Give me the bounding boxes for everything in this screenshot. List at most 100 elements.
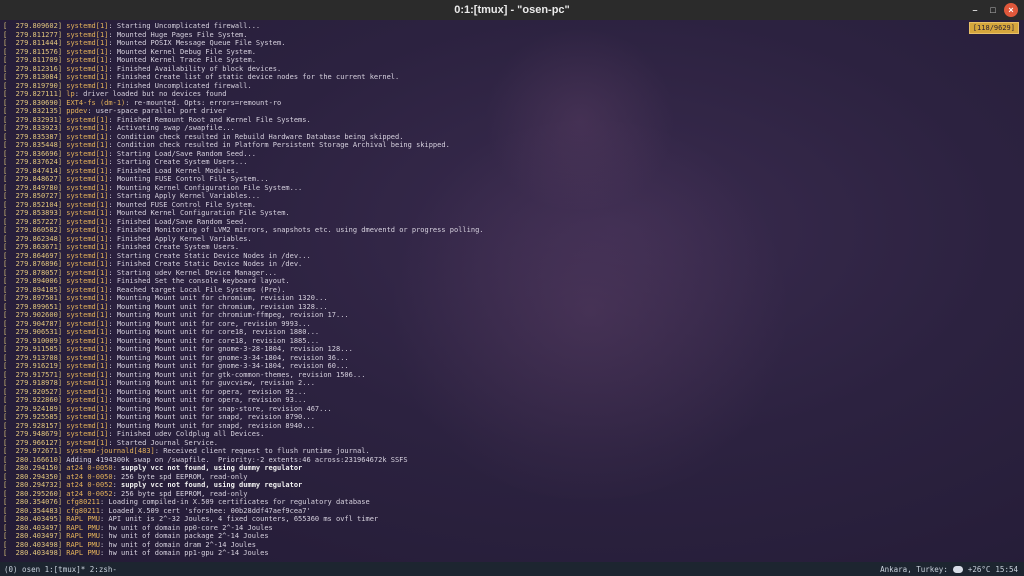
log-timestamp: 279.811576: [15, 47, 58, 56]
log-line: [ 279.911585] systemd[1]: Mounting Mount…: [3, 345, 1021, 354]
log-line: [ 279.928157] systemd[1]: Mounting Mount…: [3, 422, 1021, 431]
log-source: systemd[1]: [66, 209, 109, 217]
log-message: Mounting Mount unit for gnome-3-34-1804,…: [116, 362, 349, 370]
log-timestamp: 280.354483: [15, 506, 58, 515]
bracket-close: ]: [57, 158, 67, 166]
maximize-button[interactable]: □: [986, 3, 1000, 17]
log-timestamp: 279.897501: [15, 294, 58, 302]
bracket-close: ]: [57, 447, 67, 455]
log-separator: :: [108, 183, 117, 192]
log-line: [ 279.832931] systemd[1]: Finished Remou…: [3, 116, 1021, 125]
log-message: Mounted Huge Pages File System.: [116, 30, 248, 39]
bracket-open: [: [3, 132, 16, 141]
log-separator: :: [108, 396, 117, 404]
log-line: [ 279.972671] systemd-journald[483]: Rec…: [3, 447, 1021, 456]
log-message: Mounted Kernel Debug File System.: [116, 47, 256, 56]
log-separator: :: [112, 481, 122, 489]
bracket-close: ]: [57, 430, 67, 438]
log-message: 256 byte spd EEPROM, read-only: [121, 489, 248, 498]
log-source: systemd[1]: [66, 311, 109, 319]
log-timestamp: 280.294350: [15, 472, 58, 481]
log-line: [ 279.948679] systemd[1]: Finished udev …: [3, 430, 1021, 439]
log-source: systemd[1]: [66, 30, 109, 39]
log-message: Starting Apply Kernel Variables...: [116, 192, 261, 200]
bracket-close: ]: [57, 115, 67, 124]
log-line: [ 280.294350] at24 0-0050: 256 byte spd …: [3, 473, 1021, 482]
log-message: Starting Load/Save Random Seed...: [116, 149, 256, 158]
log-line: [ 280.354483] cfg80211: Loaded X.509 cer…: [3, 507, 1021, 516]
log-message: Mounting Kernel Configuration File Syste…: [116, 183, 303, 192]
log-line: [ 279.899651] systemd[1]: Mounting Mount…: [3, 303, 1021, 312]
log-source: systemd[1]: [66, 200, 109, 209]
bracket-close: ]: [57, 73, 67, 81]
log-source: cfg80211: [66, 498, 100, 506]
log-timestamp: 280.295260: [15, 489, 58, 498]
log-message: Finished Remount Root and Kernel File Sy…: [116, 115, 311, 124]
log-message: Mounting Mount unit for snap-store, revi…: [116, 404, 332, 413]
bracket-open: [: [3, 345, 16, 353]
log-line: [ 279.809602] systemd[1]: Starting Uncom…: [3, 22, 1021, 31]
log-separator: :: [108, 370, 117, 379]
log-separator: :: [108, 243, 117, 251]
bracket-close: ]: [57, 56, 67, 64]
log-source: lp: [66, 90, 75, 98]
log-line: [ 279.894006] systemd[1]: Finished Set t…: [3, 277, 1021, 286]
bracket-close: ]: [57, 328, 67, 336]
bracket-close: ]: [57, 285, 67, 294]
bracket-open: [: [3, 532, 16, 540]
log-message: Mounting Mount unit for chromium-ffmpeg,…: [116, 311, 349, 319]
bracket-open: [: [3, 311, 16, 319]
log-timestamp: 280.294732: [15, 481, 58, 489]
log-separator: :: [108, 379, 117, 387]
log-separator: :: [108, 115, 117, 124]
bracket-open: [: [3, 362, 16, 370]
log-line: [ 279.830690] EXT4-fs (dm-1): re-mounted…: [3, 99, 1021, 108]
log-source: systemd[1]: [66, 243, 109, 251]
tmux-window-list[interactable]: (0) osen 1:[tmux]* 2:zsh-: [0, 565, 117, 574]
bracket-close: ]: [57, 489, 67, 498]
log-timestamp: 279.847414: [15, 166, 58, 175]
log-message: Finished Create System Users.: [116, 243, 240, 251]
log-timestamp: 279.925585: [15, 413, 58, 421]
bracket-close: ]: [57, 107, 67, 115]
close-button[interactable]: ×: [1004, 3, 1018, 17]
minimize-button[interactable]: –: [968, 3, 982, 17]
bracket-close: ]: [57, 302, 67, 311]
bracket-close: ]: [57, 387, 67, 396]
log-message: Condition check resulted in Platform Per…: [116, 141, 450, 149]
log-message: Loaded X.509 cert 'sforshee: 00b28ddf47a…: [108, 506, 311, 515]
bracket-close: ]: [57, 515, 67, 523]
log-message: Condition check resulted in Rebuild Hard…: [116, 132, 404, 141]
log-separator: :: [108, 438, 117, 447]
log-timestamp: 279.827111: [15, 90, 58, 98]
log-line: [ 279.902600] systemd[1]: Mounting Mount…: [3, 311, 1021, 320]
log-source: systemd[1]: [66, 251, 109, 260]
log-source: systemd[1]: [66, 124, 109, 132]
log-line: [ 280.403497] RAPL PMU: hw unit of domai…: [3, 532, 1021, 541]
log-separator: :: [108, 56, 117, 64]
bracket-open: [: [3, 141, 16, 149]
log-source: RAPL PMU: [66, 523, 100, 532]
log-timestamp: 279.849780: [15, 183, 58, 192]
terminal-output[interactable]: [ 279.809602] systemd[1]: Starting Uncom…: [3, 22, 1021, 560]
bracket-open: [: [3, 430, 16, 438]
log-timestamp: 279.906531: [15, 328, 58, 336]
temperature: +26°C: [967, 564, 991, 574]
bracket-open: [: [3, 294, 16, 302]
bracket-close: ]: [57, 209, 67, 217]
bracket-open: [: [3, 472, 16, 481]
log-line: [ 279.916219] systemd[1]: Mounting Mount…: [3, 362, 1021, 371]
log-message: Mounting Mount unit for core18, revision…: [116, 336, 320, 345]
bracket-open: [: [3, 455, 16, 464]
bracket-close: ]: [57, 251, 67, 260]
log-message: Mounting Mount unit for opera, revision …: [116, 396, 307, 404]
bracket-open: [: [3, 183, 16, 192]
log-timestamp: 279.852104: [15, 200, 58, 209]
log-source: RAPL PMU: [66, 515, 100, 523]
log-source: systemd[1]: [66, 158, 109, 166]
log-message: Mounting Mount unit for gtk-common-theme…: [116, 370, 366, 379]
log-timestamp: 279.917571: [15, 370, 58, 379]
bracket-close: ]: [57, 277, 67, 285]
bracket-open: [: [3, 285, 16, 294]
log-line: [ 279.922860] systemd[1]: Mounting Mount…: [3, 396, 1021, 405]
